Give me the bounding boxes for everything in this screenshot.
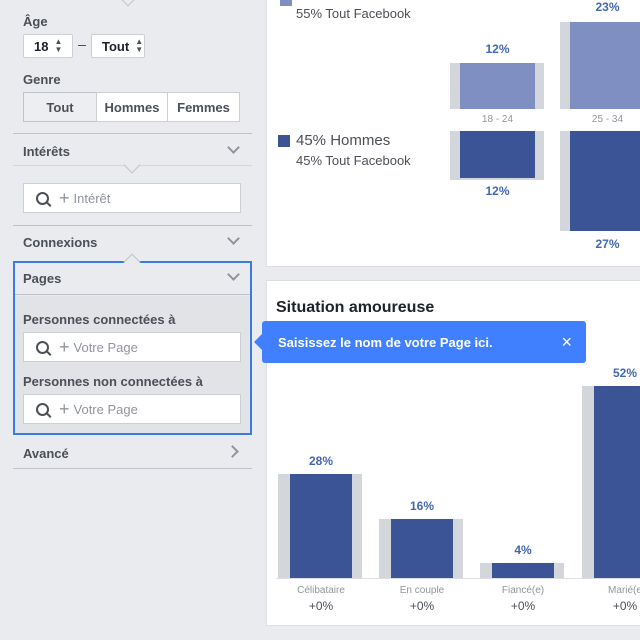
tooltip-text: Saisissez le nom de votre Page ici. bbox=[278, 334, 493, 350]
age-max-select[interactable]: Tout ▲ ▼ bbox=[91, 34, 145, 58]
gender-women-button[interactable]: Femmes bbox=[167, 92, 240, 122]
relationship-category-label: En couple bbox=[399, 585, 445, 596]
close-icon[interactable]: × bbox=[561, 332, 572, 353]
legend-men-swatch bbox=[278, 135, 290, 147]
chevron-down-icon[interactable] bbox=[227, 232, 240, 245]
connected-page-input[interactable]: + Votre Page bbox=[23, 332, 241, 362]
women-all-facebook: 55% Tout Facebook bbox=[296, 6, 411, 21]
search-icon bbox=[36, 402, 49, 416]
pages-title[interactable]: Pages bbox=[23, 271, 61, 286]
men-legend-label: 45% Hommes bbox=[296, 132, 391, 149]
advanced-title[interactable]: Avancé bbox=[23, 446, 69, 461]
select-arrows-icon: ▲ ▼ bbox=[135, 37, 144, 54]
relationship-bar[interactable] bbox=[594, 386, 640, 578]
age-min-select[interactable]: 18 ▲ ▼ bbox=[23, 34, 73, 58]
relationship-value-label: 28% bbox=[308, 454, 334, 468]
connections-title[interactable]: Connexions bbox=[23, 235, 97, 250]
relationship-delta-label: +0% bbox=[409, 599, 435, 613]
age-label: Âge bbox=[23, 14, 48, 29]
relationship-bar[interactable] bbox=[290, 474, 352, 578]
relationship-category-label: Fiancé(e) bbox=[501, 585, 545, 596]
relationship-bar[interactable] bbox=[492, 563, 554, 578]
men-value-18-24: 12% bbox=[485, 184, 510, 198]
gender-all-button[interactable]: Tout bbox=[23, 92, 97, 122]
relationship-delta-label: +0% bbox=[308, 599, 334, 613]
men-bar-25-34[interactable] bbox=[570, 131, 640, 231]
age-label-25-34: 25 - 34 bbox=[591, 114, 624, 125]
relationship-value-label: 4% bbox=[514, 543, 532, 557]
divider bbox=[15, 294, 250, 295]
plus-icon: + bbox=[59, 337, 70, 357]
men-all-facebook: 45% Tout Facebook bbox=[296, 153, 411, 168]
section-notch bbox=[119, 0, 137, 7]
chevron-right-icon[interactable] bbox=[226, 445, 239, 458]
relationship-value-label: 52% bbox=[612, 366, 638, 380]
age-range-dash bbox=[78, 45, 86, 46]
women-value-18-24: 12% bbox=[485, 42, 510, 56]
section-notch bbox=[123, 156, 141, 174]
relationship-category-label: Célibataire bbox=[297, 585, 345, 596]
women-value-25-34: 23% bbox=[595, 0, 620, 14]
divider bbox=[13, 225, 252, 226]
relationship-delta-label: +0% bbox=[510, 599, 536, 613]
not-connected-label: Personnes non connectées à bbox=[23, 374, 203, 389]
relationship-delta-label: +0% bbox=[612, 599, 638, 613]
search-icon bbox=[36, 191, 49, 205]
plus-icon: + bbox=[59, 188, 70, 208]
age-max-value: Tout bbox=[102, 38, 130, 54]
men-bar-18-24[interactable] bbox=[460, 131, 535, 178]
men-value-25-34: 27% bbox=[595, 237, 620, 251]
filter-sidebar: Âge 18 ▲ ▼ Tout ▲ ▼ Genre Tout Hommes Femm… bbox=[0, 0, 262, 640]
relationship-category-label: Marié(e bbox=[608, 585, 640, 596]
relationship-value-label: 16% bbox=[409, 499, 435, 513]
relationship-title: Situation amoureuse bbox=[276, 299, 435, 316]
connected-placeholder: Votre Page bbox=[73, 339, 138, 355]
page-hint-tooltip: Saisissez le nom de votre Page ici. × bbox=[254, 321, 586, 363]
divider bbox=[13, 133, 252, 134]
connected-label: Personnes connectées à bbox=[23, 312, 176, 327]
gender-label: Genre bbox=[23, 72, 61, 87]
interest-search-input[interactable]: + Intérêt bbox=[23, 183, 241, 213]
plus-icon: + bbox=[59, 399, 70, 419]
women-bar-18-24[interactable] bbox=[460, 63, 535, 109]
legend-women-swatch bbox=[280, 0, 292, 6]
interests-title[interactable]: Intérêts bbox=[23, 144, 70, 159]
relationship-baseline bbox=[276, 578, 640, 579]
not-connected-page-input[interactable]: + Votre Page bbox=[23, 394, 241, 424]
gender-men-button[interactable]: Hommes bbox=[96, 92, 168, 122]
age-label-18-24: 18 - 24 bbox=[481, 114, 514, 125]
interest-placeholder: Intérêt bbox=[73, 190, 111, 206]
divider bbox=[13, 468, 252, 469]
women-bar-25-34[interactable] bbox=[570, 22, 640, 109]
chevron-down-icon[interactable] bbox=[227, 141, 240, 154]
select-arrows-icon: ▲ ▼ bbox=[54, 37, 63, 54]
search-icon bbox=[36, 340, 49, 354]
not-connected-placeholder: Votre Page bbox=[73, 401, 138, 417]
relationship-bar[interactable] bbox=[391, 519, 453, 578]
age-min-value: 18 bbox=[34, 38, 49, 54]
